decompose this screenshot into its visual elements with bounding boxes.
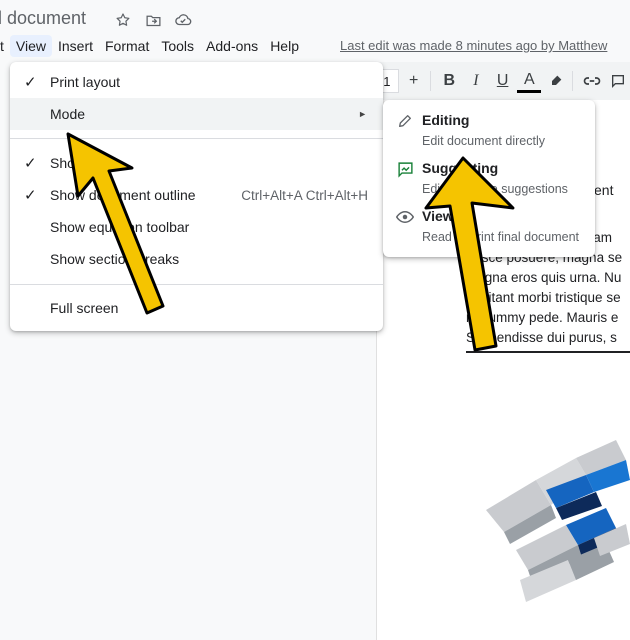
highlight-icon[interactable] — [544, 68, 568, 94]
menu-bar: t View Insert Format Tools Add-ons Help — [0, 34, 305, 58]
view-dropdown-menu: ✓ Print layout Mode ► ✓ Sho ✓ Show docum… — [10, 62, 383, 331]
keyboard-shortcut: Ctrl+Alt+A Ctrl+Alt+H — [241, 187, 368, 203]
cloud-status-icon[interactable] — [173, 10, 193, 30]
eye-icon — [396, 208, 414, 226]
document-title[interactable]: d document — [0, 8, 86, 29]
doc-line: nonummy pede. Mauris e — [466, 310, 619, 325]
link-icon[interactable] — [580, 68, 604, 94]
suggest-icon — [396, 160, 414, 178]
title-actions — [113, 10, 193, 30]
menu-tools[interactable]: Tools — [155, 35, 200, 57]
checkmark-icon: ✓ — [24, 155, 37, 172]
menu-file[interactable]: t — [0, 35, 10, 57]
menu-item-show-ruler[interactable]: ✓ Sho — [10, 147, 383, 179]
underline-button[interactable]: U — [491, 68, 515, 94]
font-size-increase-button[interactable]: + — [402, 68, 426, 94]
menu-item-show-document-outline[interactable]: ✓ Show document outline Ctrl+Alt+A Ctrl+… — [10, 179, 383, 211]
menu-item-show-equation-toolbar[interactable]: Show equation toolbar — [10, 211, 383, 243]
menu-insert[interactable]: Insert — [52, 35, 99, 57]
toolbar-divider — [571, 71, 573, 91]
star-icon[interactable] — [113, 10, 133, 30]
formatting-toolbar: 1 + B I U A — [376, 62, 630, 100]
menu-item-label: Full screen — [50, 300, 119, 316]
mode-submenu: Editing Edit document directly Suggestin… — [383, 100, 595, 257]
italic-button[interactable]: I — [464, 68, 488, 94]
mode-title: Viewing — [422, 208, 475, 224]
menu-item-full-screen[interactable]: Full screen — [10, 292, 383, 324]
last-edit-link[interactable]: Last edit was made 8 minutes ago by Matt… — [340, 38, 607, 53]
menu-format[interactable]: Format — [99, 35, 155, 57]
comment-icon[interactable] — [606, 68, 630, 94]
menu-help[interactable]: Help — [264, 35, 305, 57]
menu-item-show-section-breaks[interactable]: Show section breaks — [10, 243, 383, 275]
mode-option-suggesting[interactable]: Suggesting Edits become suggestions — [383, 148, 595, 196]
document-logo-image[interactable] — [476, 420, 630, 620]
menu-item-label: Show section breaks — [50, 251, 180, 267]
menu-item-print-layout[interactable]: ✓ Print layout — [10, 66, 383, 98]
text-color-button[interactable]: A — [517, 70, 542, 93]
menu-addons[interactable]: Add-ons — [200, 35, 264, 57]
menu-divider — [10, 138, 383, 139]
checkmark-icon: ✓ — [24, 74, 37, 91]
doc-line: Suspendisse dui purus, s — [466, 330, 617, 345]
document-heading-fragment: ent — [594, 182, 614, 198]
menu-item-mode[interactable]: Mode ► — [10, 98, 383, 130]
bold-button[interactable]: B — [437, 68, 461, 94]
doc-line: magna eros quis urna. Nu — [466, 270, 622, 285]
menu-item-label: Mode — [50, 106, 86, 122]
menu-divider — [10, 284, 383, 285]
mode-description: Edit document directly — [422, 134, 545, 148]
mode-option-editing[interactable]: Editing Edit document directly — [383, 100, 595, 148]
submenu-arrow-icon: ► — [358, 109, 367, 119]
checkmark-icon: ✓ — [24, 187, 37, 204]
text-underline-rule — [466, 351, 630, 353]
mode-description: Read or print final document — [422, 230, 580, 244]
mode-option-viewing[interactable]: Viewing Read or print final document — [383, 196, 595, 244]
mode-description: Edits become suggestions — [422, 182, 568, 196]
menu-item-label: Print layout — [50, 74, 121, 90]
pencil-icon — [396, 112, 414, 130]
doc-line: habitant morbi tristique se — [466, 290, 621, 305]
menu-item-label: Show document outline — [50, 187, 196, 203]
menu-item-label: Show equation toolbar — [50, 219, 190, 235]
mode-title: Editing — [422, 112, 470, 128]
menu-item-label: Sho — [50, 155, 75, 171]
menu-view[interactable]: View — [9, 35, 52, 57]
folder-move-icon[interactable] — [143, 10, 163, 30]
mode-title: Suggesting — [422, 160, 499, 176]
toolbar-divider — [429, 71, 431, 91]
